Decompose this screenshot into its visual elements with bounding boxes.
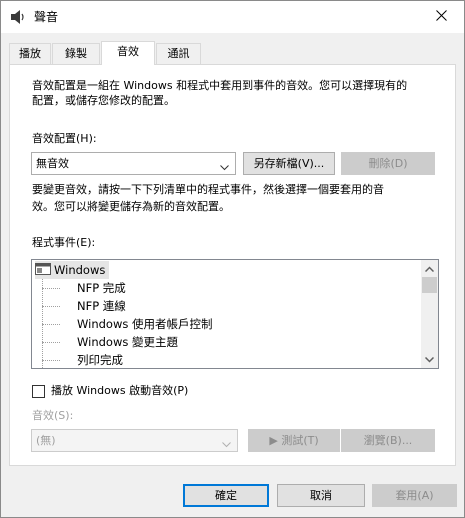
apply-button[interactable]: 套用(A) — [372, 484, 457, 507]
sound-dialog: 聲音 播放 錄製 音效 通訊 音效配置是一組在 Windows 和程式中套用到事… — [0, 0, 465, 518]
scheme-label: 音效配置(H): — [32, 132, 97, 145]
speaker-icon — [10, 9, 26, 25]
chevron-up-icon — [424, 262, 435, 275]
chevron-down-icon — [222, 438, 231, 448]
sounds-label: 音效(S): — [32, 409, 74, 422]
window-title: 聲音 — [34, 10, 59, 24]
tab-recording[interactable]: 錄製 — [52, 43, 100, 64]
sounds-tab-panel: 音效配置是一組在 Windows 和程式中套用到事件的音效。您可以選擇現有的 配… — [9, 64, 456, 466]
tree-connector — [42, 360, 60, 361]
cancel-button[interactable]: 取消 — [277, 484, 365, 507]
tree-connector — [42, 324, 60, 325]
ok-button[interactable]: 確定 — [183, 484, 269, 507]
event-root-label: Windows — [54, 263, 106, 277]
sounds-dropdown[interactable]: (無) — [31, 429, 238, 452]
scroll-up-button[interactable] — [421, 260, 438, 277]
event-item[interactable]: NFP 連線 — [77, 297, 126, 315]
window-icon — [35, 262, 51, 280]
event-item[interactable]: NFP 完成 — [77, 279, 126, 297]
instructions-line-1: 要變更音效，請按一下下列清單中的程式事件，然後選擇一個要套用的音 — [32, 183, 384, 196]
tree-connector — [42, 342, 60, 343]
instructions-line-2: 效。您可以將變更儲存為新的音效配置。 — [32, 200, 230, 213]
close-button[interactable] — [418, 1, 464, 33]
startup-sound-label: 播放 Windows 啟動音效(P) — [51, 384, 189, 397]
tab-playback[interactable]: 播放 — [9, 43, 51, 64]
description-line-2: 配置，或儲存您修改的配置。 — [32, 94, 175, 107]
close-icon — [435, 10, 447, 24]
chevron-down-icon — [424, 353, 435, 366]
scroll-down-button[interactable] — [421, 351, 438, 368]
scroll-thumb[interactable] — [422, 277, 437, 293]
event-item[interactable]: Windows 變更主題 — [77, 333, 178, 351]
tab-communications[interactable]: 通訊 — [156, 43, 201, 64]
tree-connector — [42, 288, 60, 289]
title-bar: 聲音 — [1, 1, 464, 33]
scheme-value: 無音效 — [36, 157, 69, 170]
save-as-button[interactable]: 另存新檔(V)... — [243, 152, 335, 175]
program-events-list[interactable]: Windows NFP 完成 NFP 連線 Windows 使用者帳戶控制 Wi… — [31, 259, 439, 369]
event-item[interactable]: Windows 使用者帳戶控制 — [77, 315, 213, 333]
description-line-1: 音效配置是一組在 Windows 和程式中套用到事件的音效。您可以選擇現有的 — [32, 79, 408, 92]
browse-button[interactable]: 瀏覽(B)... — [341, 429, 435, 452]
event-item[interactable]: 列印完成 — [77, 351, 123, 368]
test-button[interactable]: ▶ 測試(T) — [248, 429, 340, 452]
delete-button[interactable]: 刪除(D) — [341, 152, 435, 175]
event-root-windows[interactable]: Windows — [35, 261, 110, 280]
chevron-down-icon — [220, 161, 229, 171]
tab-sounds[interactable]: 音效 — [101, 41, 155, 65]
tree-connector — [42, 306, 60, 307]
vertical-scrollbar[interactable] — [421, 260, 438, 368]
scheme-dropdown[interactable]: 無音效 — [31, 152, 236, 175]
sounds-value: (無) — [36, 434, 56, 447]
events-label: 程式事件(E): — [32, 236, 96, 249]
startup-sound-checkbox[interactable] — [32, 385, 45, 398]
